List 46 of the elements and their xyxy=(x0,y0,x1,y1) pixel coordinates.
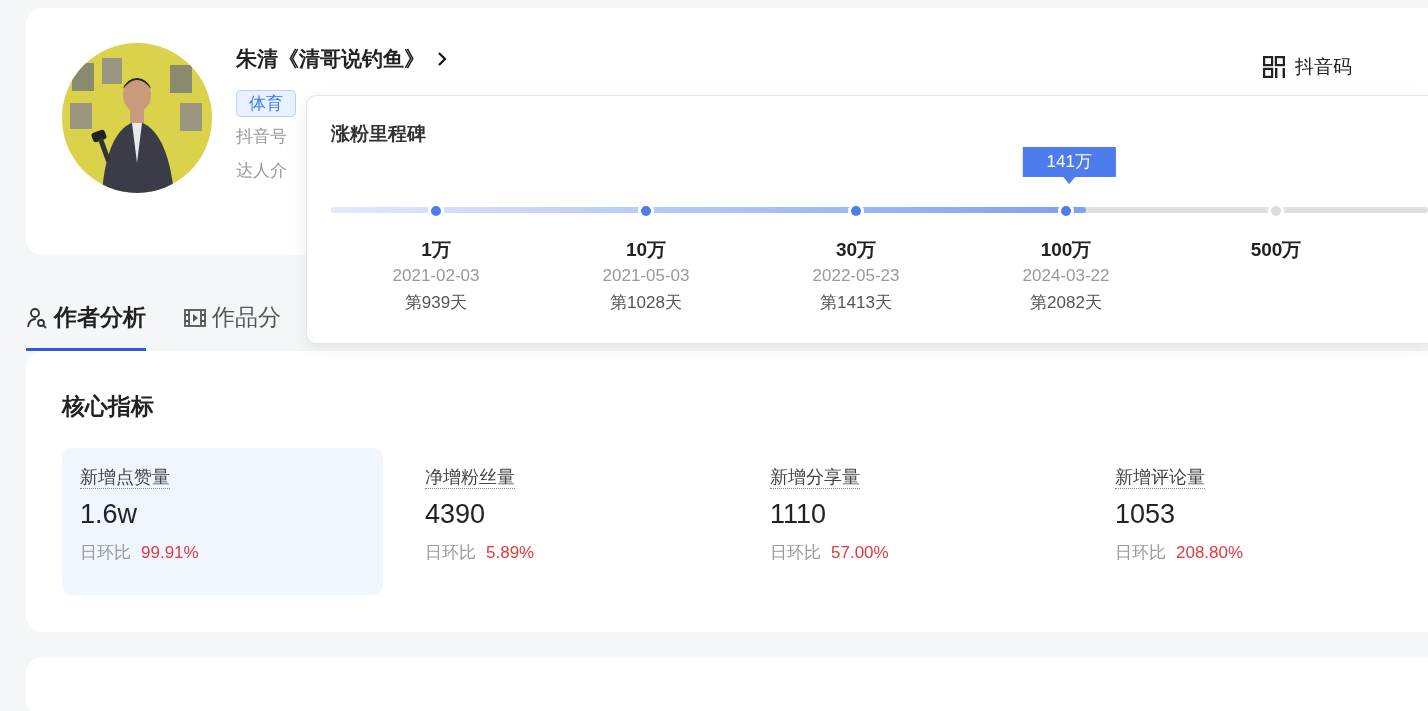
change-label: 日环比 xyxy=(80,542,131,564)
milestone-date: 2021-02-03 xyxy=(391,265,481,288)
metric-label: 新增点赞量 xyxy=(80,465,170,489)
metric-value: 1110 xyxy=(770,497,828,531)
metric-card[interactable]: 新增点赞量 1.6w 日环比 99.91% xyxy=(62,447,383,595)
metric-card[interactable]: 净增粉丝量 4390 日环比 5.89% xyxy=(407,447,728,595)
qr-code-icon xyxy=(1263,56,1285,78)
chevron-right-icon[interactable] xyxy=(437,50,447,67)
milestone-day: 第2082天 xyxy=(961,289,1171,317)
change-value: 57.00% xyxy=(831,542,889,564)
milestone-value: 1万 xyxy=(420,237,452,262)
change-label: 日环比 xyxy=(770,542,821,564)
metric-label: 新增评论量 xyxy=(1115,465,1205,489)
tab[interactable]: 作品分 xyxy=(184,297,281,351)
metric-label: 新增分享量 xyxy=(770,465,860,489)
change-value: 5.89% xyxy=(486,542,535,564)
milestone-value: 10万 xyxy=(624,237,668,262)
account-name[interactable]: 朱清《清哥说钓鱼》 xyxy=(236,43,425,75)
section-title: 核心指标 xyxy=(62,392,155,421)
change-label: 日环比 xyxy=(1115,542,1166,564)
change-label: 日环比 xyxy=(425,542,476,564)
metric-card[interactable]: 新增分享量 1110 日环比 57.00% xyxy=(752,447,1073,595)
person-search-icon xyxy=(26,306,48,329)
milestone-value: 30万 xyxy=(834,237,878,262)
popover-title: 涨粉里程碑 xyxy=(331,122,427,146)
milestone-day: 第1413天 xyxy=(751,289,961,317)
change-value: 99.91% xyxy=(141,542,199,564)
douyin-code-link[interactable]: 抖音码 xyxy=(1263,53,1352,83)
film-icon xyxy=(184,307,206,328)
milestone-value: 100万 xyxy=(1039,237,1093,262)
current-fans-tooltip: 141万 xyxy=(1022,146,1116,184)
milestone-value: 500万 xyxy=(1249,237,1303,262)
milestone-date: 2022-05-23 xyxy=(811,265,901,288)
category-tag: 体育 xyxy=(236,89,296,117)
account-id-label: 抖音号 xyxy=(236,127,287,146)
intro-label: 达人介 xyxy=(236,160,287,180)
metric-value: 4390 xyxy=(425,497,487,531)
metric-card[interactable]: 新增评论量 1053 日环比 208.80% xyxy=(1097,447,1418,595)
milestone-day: 第1028天 xyxy=(541,289,751,317)
metric-label: 净增粉丝量 xyxy=(425,465,515,489)
metric-value: 1.6w xyxy=(80,497,139,531)
milestone-date: 2024-03-22 xyxy=(1021,265,1111,288)
milestone-date: 2021-05-03 xyxy=(601,265,691,288)
metric-value: 1053 xyxy=(1115,497,1177,531)
change-value: 208.80% xyxy=(1176,542,1244,564)
milestone-day: 第939天 xyxy=(331,289,541,317)
